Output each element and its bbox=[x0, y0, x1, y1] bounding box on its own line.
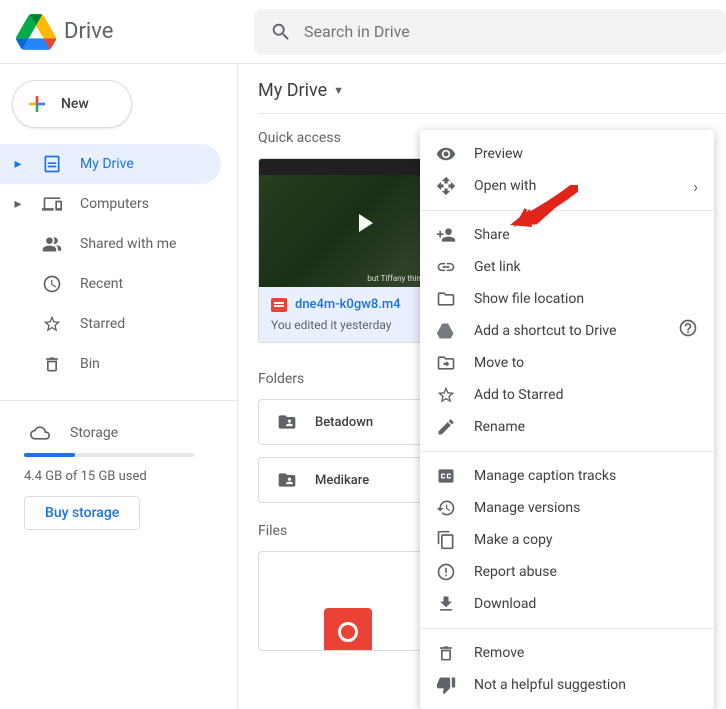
menu-add-starred[interactable]: Add to Starred bbox=[420, 379, 714, 411]
shared-icon bbox=[42, 234, 62, 254]
recent-icon bbox=[42, 274, 62, 294]
copy-icon bbox=[436, 530, 456, 550]
menu-open-with[interactable]: Open with › bbox=[420, 170, 714, 202]
nav-shared[interactable]: Shared with me bbox=[0, 224, 221, 264]
move-to-icon bbox=[436, 353, 456, 373]
search-input[interactable] bbox=[304, 22, 710, 41]
storage-used-text: 4.4 GB of 15 GB used bbox=[24, 469, 213, 484]
cloud-icon bbox=[30, 423, 50, 443]
menu-share[interactable]: Share bbox=[420, 219, 714, 251]
new-button[interactable]: New bbox=[12, 80, 132, 128]
menu-rename[interactable]: Rename bbox=[420, 411, 714, 443]
menu-add-shortcut[interactable]: Add a shortcut to Drive bbox=[420, 315, 714, 347]
nav-label: Starred bbox=[80, 316, 125, 332]
menu-show-location[interactable]: Show file location bbox=[420, 283, 714, 315]
menu-manage-versions[interactable]: Manage versions bbox=[420, 492, 714, 524]
nav-list: ▸ My Drive ▸ Computers Shared with me Re… bbox=[0, 144, 237, 384]
folder-item[interactable]: Medikare bbox=[258, 457, 438, 503]
storage-fill bbox=[24, 453, 75, 457]
dropdown-arrow-icon: ▼ bbox=[333, 84, 344, 97]
open-with-icon bbox=[436, 176, 456, 196]
pdf-file-icon bbox=[324, 608, 372, 651]
folder-icon bbox=[436, 289, 456, 309]
logo-area[interactable]: Drive bbox=[16, 12, 254, 52]
menu-move-to[interactable]: Move to bbox=[420, 347, 714, 379]
breadcrumb-title: My Drive bbox=[258, 80, 327, 101]
link-icon bbox=[436, 257, 456, 277]
new-label: New bbox=[61, 96, 89, 112]
star-icon bbox=[436, 385, 456, 405]
context-menu: Preview Open with › Share Get link Show … bbox=[420, 130, 714, 709]
menu-get-link[interactable]: Get link bbox=[420, 251, 714, 283]
divider bbox=[420, 451, 714, 452]
folder-shared-icon bbox=[275, 470, 299, 490]
report-icon bbox=[436, 562, 456, 582]
play-icon bbox=[359, 214, 373, 232]
menu-download[interactable]: Download bbox=[420, 588, 714, 620]
my-drive-icon bbox=[42, 154, 62, 174]
plus-icon bbox=[25, 92, 49, 116]
divider bbox=[0, 400, 237, 401]
menu-preview[interactable]: Preview bbox=[420, 138, 714, 170]
trash-icon bbox=[436, 643, 456, 663]
quick-subtext: You edited it yesterday bbox=[271, 318, 425, 332]
video-thumbnail: but Tiffany thinks bbox=[259, 159, 437, 287]
storage-label: Storage bbox=[70, 425, 118, 441]
nav-starred[interactable]: Starred bbox=[0, 304, 221, 344]
storage-section: Storage 4.4 GB of 15 GB used Buy storage bbox=[0, 409, 237, 530]
folder-shared-icon bbox=[275, 412, 299, 432]
nav-label: My Drive bbox=[80, 156, 134, 172]
search-bar[interactable] bbox=[254, 9, 726, 55]
quick-card-info: dne4m-k0gw8.m4 You edited it yesterday bbox=[259, 287, 437, 342]
video-file-icon bbox=[271, 298, 287, 312]
cc-icon bbox=[436, 466, 456, 486]
menu-not-helpful[interactable]: Not a helpful suggestion bbox=[420, 669, 714, 701]
pencil-icon bbox=[436, 417, 456, 437]
nav-label: Computers bbox=[80, 196, 149, 212]
nav-label: Recent bbox=[80, 276, 123, 292]
history-icon bbox=[436, 498, 456, 518]
breadcrumb[interactable]: My Drive ▼ bbox=[258, 80, 726, 114]
storage-bar bbox=[24, 453, 194, 457]
sidebar: New ▸ My Drive ▸ Computers Shared with m… bbox=[0, 64, 238, 709]
file-card[interactable] bbox=[258, 551, 438, 651]
thumb-down-icon bbox=[436, 675, 456, 695]
folder-item[interactable]: Betadown bbox=[258, 399, 438, 445]
nav-recent[interactable]: Recent bbox=[0, 264, 221, 304]
app-title: Drive bbox=[64, 19, 113, 44]
folder-name: Medikare bbox=[315, 473, 369, 488]
nav-computers[interactable]: ▸ Computers bbox=[0, 184, 221, 224]
search-icon bbox=[270, 21, 292, 43]
nav-my-drive[interactable]: ▸ My Drive bbox=[0, 144, 221, 184]
expand-icon[interactable]: ▸ bbox=[12, 196, 24, 212]
chevron-right-icon: › bbox=[693, 177, 698, 196]
quick-filename: dne4m-k0gw8.m4 bbox=[271, 297, 425, 312]
divider bbox=[420, 628, 714, 629]
topbar: Drive bbox=[0, 0, 726, 64]
drive-logo-icon bbox=[16, 12, 56, 52]
quick-access-card[interactable]: but Tiffany thinks dne4m-k0gw8.m4 You ed… bbox=[258, 158, 438, 343]
nav-label: Shared with me bbox=[80, 236, 176, 252]
drive-shortcut-icon bbox=[436, 321, 456, 341]
nav-storage[interactable]: Storage bbox=[24, 413, 213, 453]
menu-manage-captions[interactable]: Manage caption tracks bbox=[420, 460, 714, 492]
nav-bin[interactable]: Bin bbox=[0, 344, 221, 384]
folder-name: Betadown bbox=[315, 415, 373, 430]
menu-make-copy[interactable]: Make a copy bbox=[420, 524, 714, 556]
buy-storage-button[interactable]: Buy storage bbox=[24, 496, 140, 530]
divider bbox=[420, 210, 714, 211]
expand-icon[interactable]: ▸ bbox=[12, 156, 24, 172]
starred-icon bbox=[42, 314, 62, 334]
bin-icon bbox=[42, 354, 62, 374]
download-icon bbox=[436, 594, 456, 614]
menu-report-abuse[interactable]: Report abuse bbox=[420, 556, 714, 588]
nav-label: Bin bbox=[80, 356, 100, 372]
menu-remove[interactable]: Remove bbox=[420, 637, 714, 669]
help-icon[interactable] bbox=[678, 318, 698, 338]
computers-icon bbox=[42, 194, 62, 214]
person-add-icon bbox=[436, 225, 456, 245]
eye-icon bbox=[436, 144, 456, 164]
